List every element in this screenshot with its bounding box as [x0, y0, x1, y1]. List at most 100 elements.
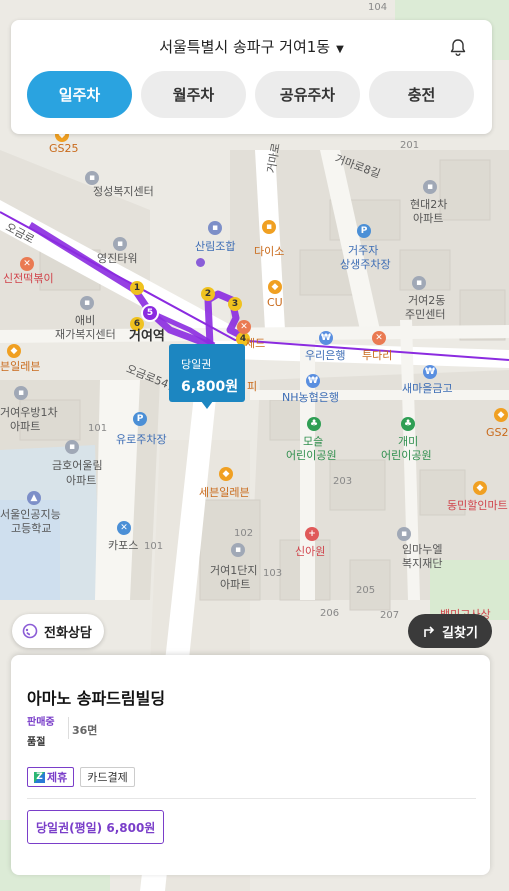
bell-icon[interactable] — [448, 38, 468, 58]
parking-price-pin[interactable]: 당일권 6,800원 — [169, 344, 245, 409]
map-label: 205 — [356, 585, 376, 596]
map-label: 카포스 — [108, 539, 139, 552]
divider — [27, 798, 476, 799]
directions-label: 길찾기 — [442, 625, 478, 641]
building-icon[interactable]: ▪ — [231, 543, 245, 557]
building-icon[interactable]: ▪ — [65, 440, 79, 454]
park-icon[interactable]: ♣ — [401, 417, 415, 431]
building-icon[interactable]: ▪ — [80, 296, 94, 310]
building-icon[interactable]: ▪ — [423, 180, 437, 194]
map-label: 우리은행 — [305, 349, 346, 362]
sale-status: 판매중 — [27, 717, 55, 728]
map-label: 103 — [263, 568, 283, 579]
map-label: 상생주차장 — [340, 258, 391, 271]
tab-shared[interactable]: 공유주차 — [255, 71, 360, 118]
map-label: GS25 — [49, 142, 79, 155]
convenience-store-icon[interactable]: ◆ — [7, 344, 21, 358]
school-icon[interactable]: ▲ — [27, 491, 41, 505]
map-label: 재가복지센터 — [55, 328, 116, 341]
map-label: 유로주차장 — [116, 433, 167, 446]
convenience-store-icon[interactable]: ◆ — [268, 280, 282, 294]
chevron-down-icon: ▼ — [336, 44, 344, 55]
map-label: 복지재단 — [402, 557, 443, 570]
parking-icon[interactable]: P — [357, 224, 371, 238]
parking-lot-name: 아마노 송파드림빌딩 — [27, 689, 166, 708]
route-stop-1[interactable]: 1 — [130, 281, 144, 295]
map-label: 어린이공원 — [381, 449, 432, 462]
map-label: 정성복지센터 — [93, 185, 154, 198]
route-stop-5[interactable]: 5 — [141, 304, 159, 322]
ticket-option-button[interactable]: 당일권(평일) 6,800원 — [27, 810, 165, 844]
route-stop-3[interactable]: 3 — [228, 297, 242, 311]
map-label: 투다리 — [362, 349, 393, 362]
bank-icon[interactable]: ₩ — [319, 331, 333, 345]
bank-icon[interactable]: ▪ — [208, 221, 222, 235]
restaurant-icon[interactable]: ✕ — [237, 320, 251, 334]
map-label: 동민할인마트 — [447, 499, 508, 512]
convenience-store-icon[interactable]: ◆ — [473, 481, 487, 495]
map-label: 주민센터 — [405, 308, 446, 321]
turn-right-icon — [424, 626, 435, 637]
feature-tags: Z 제휴 카드결제 — [27, 767, 135, 787]
map-label: 븐일레븐 — [0, 360, 41, 373]
convenience-store-icon[interactable]: ◆ — [494, 408, 508, 422]
pin-type-label: 당일권 — [181, 358, 212, 371]
tab-daily[interactable]: 일주차 — [27, 71, 132, 118]
building-icon[interactable]: ▪ — [113, 237, 127, 251]
map-label: 101 — [144, 541, 164, 552]
bank-icon[interactable]: ₩ — [306, 374, 320, 388]
map-label: 고등학교 — [11, 522, 52, 535]
map-label: 신아원 — [295, 545, 326, 558]
map-label: NH농협은행 — [282, 391, 339, 404]
map-label: 영진타워 — [97, 252, 138, 265]
map-label: 다이소 — [254, 245, 285, 258]
map-label: 거여역 — [129, 329, 165, 344]
restaurant-icon[interactable]: ✕ — [20, 257, 34, 271]
convenience-store-icon[interactable]: ◆ — [219, 467, 233, 481]
capacity-count: 36면 — [72, 724, 98, 737]
call-consult-label: 전화상담 — [44, 625, 92, 641]
map-label: GS25 — [486, 426, 509, 439]
call-consult-button[interactable]: 전화상담 — [12, 614, 104, 648]
location-selector[interactable]: 서울특별시 송파구 거여1동 ▼ — [11, 36, 492, 57]
map-label: 101 — [88, 423, 108, 434]
park-icon[interactable]: ♣ — [307, 417, 321, 431]
restaurant-icon[interactable]: ✕ — [372, 331, 386, 345]
route-stop-2[interactable]: 2 — [201, 287, 215, 301]
building-icon[interactable]: ▪ — [412, 276, 426, 290]
map-label: 201 — [400, 140, 420, 151]
map-label: 어린이공원 — [286, 449, 337, 462]
map-label: 세븐일레븐 — [199, 486, 250, 499]
tab-monthly[interactable]: 월주차 — [141, 71, 246, 118]
map-label: CU — [267, 296, 283, 309]
partner-badge: Z 제휴 — [27, 767, 75, 787]
repair-icon[interactable]: ✕ — [117, 521, 131, 535]
status-block: 판매중 품절 — [27, 713, 55, 748]
tab-charging[interactable]: 충전 — [369, 71, 474, 118]
map-label: 피 — [247, 380, 258, 393]
location-dot-icon — [196, 258, 205, 267]
pin-price: 6,800원 — [181, 379, 239, 395]
map-label: 아파트 — [66, 474, 97, 487]
map-label: 체드 — [245, 337, 266, 350]
building-icon[interactable]: ▪ — [397, 527, 411, 541]
card-payment-badge: 카드결제 — [80, 767, 135, 787]
map-label: 신전떡볶이 — [3, 272, 54, 285]
location-label: 서울특별시 송파구 거여1동 — [159, 38, 331, 56]
map-label: 새마을금고 — [402, 382, 453, 395]
directions-button[interactable]: 길찾기 — [408, 614, 492, 648]
parking-detail-sheet[interactable]: 아마노 송파드림빌딩 판매중 품절 36면 Z 제휴 카드결제 당일권(평일) 6… — [11, 655, 490, 875]
map-label: 아파트 — [220, 578, 251, 591]
map-label: 아파트 — [10, 420, 41, 433]
building-icon[interactable]: ▪ — [14, 386, 28, 400]
partner-logo-icon: Z — [34, 771, 45, 783]
parking-type-tabs: 일주차 월주차 공유주차 충전 — [27, 71, 474, 118]
store-icon[interactable]: ▪ — [262, 220, 276, 234]
map-label: 203 — [333, 476, 353, 487]
parking-icon[interactable]: P — [133, 412, 147, 426]
bank-icon[interactable]: ₩ — [423, 365, 437, 379]
map-label: 아파트 — [413, 212, 444, 225]
hospital-icon[interactable]: + — [305, 527, 319, 541]
map-label: 104 — [368, 2, 388, 13]
map-label: 207 — [380, 610, 400, 621]
